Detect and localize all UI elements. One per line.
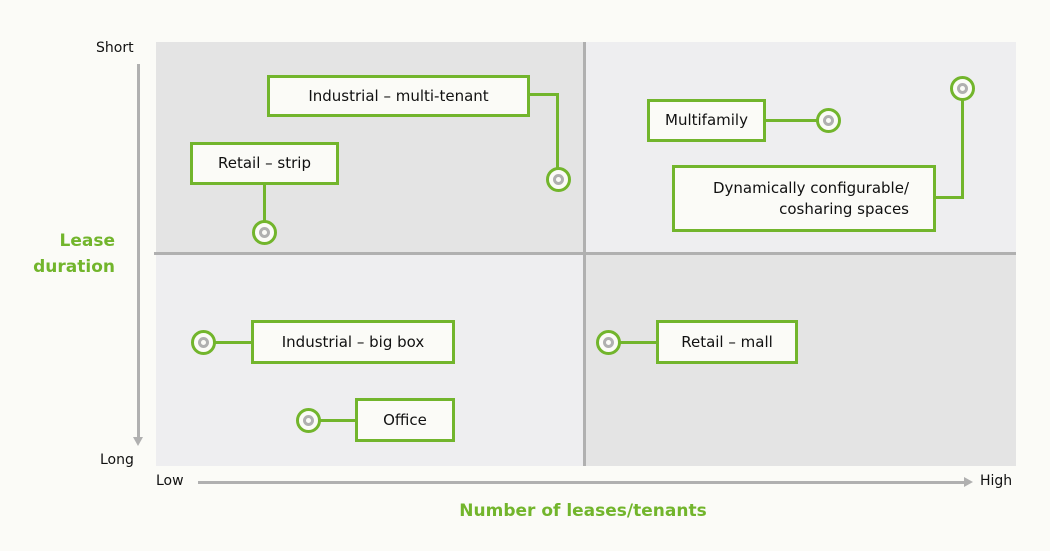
- y-axis-top-label: Short: [96, 40, 134, 56]
- y-axis-bottom-label: Long: [100, 452, 134, 468]
- y-axis-title-line2: duration: [33, 257, 115, 277]
- connector-line: [556, 93, 559, 169]
- y-axis-title-line1: Lease: [59, 231, 115, 251]
- target-circle-icon: [252, 220, 277, 245]
- x-axis-title: Number of leases/tenants: [459, 501, 707, 521]
- connector-line: [214, 341, 254, 344]
- connector-line: [263, 183, 266, 223]
- y-axis-title: Lease duration: [20, 228, 115, 280]
- connector-line: [933, 196, 964, 199]
- x-axis-line: [198, 481, 965, 484]
- item-label-box: Retail – strip: [190, 142, 339, 185]
- quadrant-long-high: [585, 253, 1016, 466]
- item-label-box: Industrial – multi-tenant: [267, 75, 530, 117]
- item-label-box: Retail – mall: [656, 320, 798, 364]
- arrow-right-icon: [964, 477, 973, 487]
- target-circle-icon: [596, 330, 621, 355]
- horizontal-quadrant-divider: [154, 252, 1016, 255]
- item-label-line1: Dynamically configurable/: [712, 178, 909, 197]
- item-label-line2: cosharing spaces: [779, 199, 909, 218]
- item-label-box: Multifamily: [647, 99, 766, 142]
- target-circle-icon: [816, 108, 841, 133]
- target-circle-icon: [546, 167, 571, 192]
- connector-line: [318, 419, 358, 422]
- item-label-box: Industrial – big box: [251, 320, 455, 364]
- x-axis-left-label: Low: [156, 473, 184, 489]
- connector-line: [961, 98, 964, 199]
- connector-line: [763, 119, 819, 122]
- target-circle-icon: [296, 408, 321, 433]
- y-axis-line: [137, 64, 140, 439]
- item-label-box: Dynamically configurable/ cosharing spac…: [672, 165, 936, 232]
- connector-line: [618, 341, 658, 344]
- arrow-down-icon: [133, 437, 143, 446]
- connector-line: [527, 93, 559, 96]
- target-circle-icon: [191, 330, 216, 355]
- item-label-box: Office: [355, 398, 455, 442]
- target-circle-icon: [950, 76, 975, 101]
- x-axis-right-label: High: [980, 473, 1013, 489]
